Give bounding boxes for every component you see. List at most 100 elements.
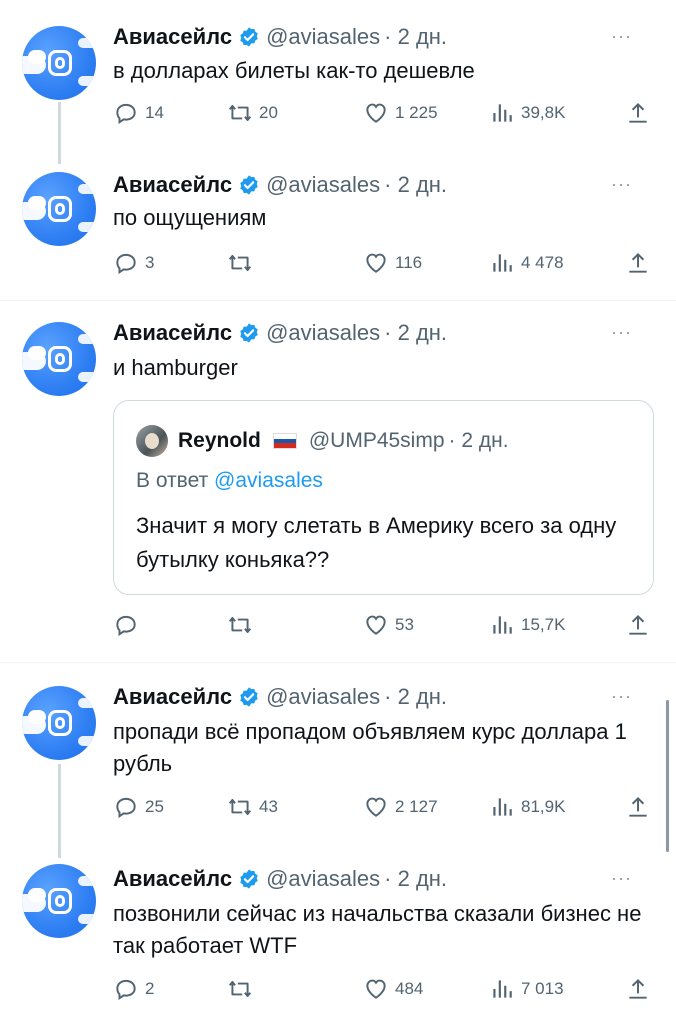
tweet-text: по ощущениям xyxy=(113,205,267,230)
author-name[interactable]: Авиасейлс xyxy=(113,320,232,346)
quoted-author-handle[interactable]: @UMP45simp xyxy=(309,429,445,453)
quoted-tweet[interactable]: Reynold @UMP45simp · 2 дн. В ответ @avia… xyxy=(113,400,654,595)
share-button[interactable] xyxy=(625,612,657,638)
tweet-text: и hamburger xyxy=(113,355,238,380)
tweet-text: пропади всё пропадом объявляем курс долл… xyxy=(113,719,627,776)
view-count: 15,7K xyxy=(521,615,566,634)
retweet-button[interactable] xyxy=(227,612,259,638)
like-count: 53 xyxy=(395,615,414,634)
author-name[interactable]: Авиасейлс xyxy=(113,172,232,198)
view-count: 7 013 xyxy=(521,979,564,998)
author-handle[interactable]: @aviasales xyxy=(266,684,380,710)
aviasales-logo-icon xyxy=(48,346,72,372)
views-chart-icon xyxy=(493,104,512,122)
retweet-icon xyxy=(228,980,252,998)
quoted-tweet-time: · 2 дн. xyxy=(448,429,509,452)
like-button[interactable]: 484 xyxy=(363,976,423,1002)
tweet-header: Авиасейлс @aviasales · 2 дн. xyxy=(113,24,447,50)
reply-button[interactable]: 14 xyxy=(113,100,164,126)
verified-badge-icon xyxy=(240,687,258,707)
tweet-header: Авиасейлс @aviasales · 2 дн. xyxy=(113,320,447,346)
scrollbar[interactable] xyxy=(666,700,669,852)
tweet[interactable]: Авиасейлс @aviasales · 2 дн. ··· пропади… xyxy=(0,662,676,852)
tweet-actions: 14 20 1 225 39,8K xyxy=(113,100,653,128)
like-button[interactable]: 116 xyxy=(363,250,422,276)
tweet[interactable]: Авиасейлс @aviasales · 2 дн. ··· в долла… xyxy=(0,0,676,150)
tweet-time[interactable]: · 2 дн. xyxy=(384,684,447,710)
tweet-time[interactable]: · 2 дн. xyxy=(384,866,447,892)
share-icon xyxy=(629,614,647,635)
author-handle[interactable]: @aviasales xyxy=(266,24,380,50)
reply-button[interactable]: 2 xyxy=(113,976,154,1002)
verified-badge-icon xyxy=(240,869,258,889)
share-button[interactable] xyxy=(625,794,657,820)
author-name[interactable]: Авиасейлс xyxy=(113,684,232,710)
views-button[interactable]: 7 013 xyxy=(489,976,564,1002)
avatar[interactable] xyxy=(22,686,96,760)
avatar[interactable] xyxy=(22,322,96,396)
views-button[interactable]: 4 478 xyxy=(489,250,564,276)
tweet-actions: 3 116 4 478 xyxy=(113,250,653,278)
reply-prefix: В ответ xyxy=(136,469,209,492)
author-handle[interactable]: @aviasales xyxy=(266,320,380,346)
author-handle[interactable]: @aviasales xyxy=(266,866,380,892)
tweet-time[interactable]: · 2 дн. xyxy=(384,320,447,346)
retweet-button[interactable] xyxy=(227,976,259,1002)
retweet-icon xyxy=(228,616,252,634)
more-options-icon[interactable]: ··· xyxy=(611,868,632,889)
tweet[interactable]: Авиасейлс @aviasales · 2 дн. ··· позвони… xyxy=(0,852,676,1024)
like-button[interactable]: 1 225 xyxy=(363,100,438,126)
reply-count: 3 xyxy=(145,253,155,272)
like-button[interactable]: 2 127 xyxy=(363,794,438,820)
reply-count: 2 xyxy=(145,979,155,998)
retweet-button[interactable]: 43 xyxy=(227,794,278,820)
share-button[interactable] xyxy=(625,100,657,126)
quoted-avatar[interactable] xyxy=(136,425,168,457)
more-options-icon[interactable]: ··· xyxy=(611,322,632,343)
quoted-author-name[interactable]: Reynold xyxy=(178,429,261,453)
like-count: 2 127 xyxy=(395,797,438,816)
avatar[interactable] xyxy=(22,172,96,246)
more-options-icon[interactable]: ··· xyxy=(611,26,632,47)
reply-icon xyxy=(116,253,136,275)
avatar[interactable] xyxy=(22,864,96,938)
reply-button[interactable]: 3 xyxy=(113,250,154,276)
aviasales-logo-icon xyxy=(48,710,72,736)
share-button[interactable] xyxy=(625,976,657,1002)
aviasales-logo-icon xyxy=(48,50,72,76)
share-button[interactable] xyxy=(625,250,657,276)
views-button[interactable]: 39,8K xyxy=(489,100,565,126)
reply-button[interactable]: 25 xyxy=(113,794,164,820)
heart-icon xyxy=(366,797,386,817)
tweet-time[interactable]: · 2 дн. xyxy=(384,24,447,50)
retweet-button[interactable]: 20 xyxy=(227,100,278,126)
views-button[interactable]: 15,7K xyxy=(489,612,565,638)
reply-count: 25 xyxy=(145,797,164,816)
aviasales-logo-icon xyxy=(48,888,72,914)
more-options-icon[interactable]: ··· xyxy=(611,686,632,707)
tweet[interactable]: Авиасейлс @aviasales · 2 дн. ··· и hambu… xyxy=(0,300,676,662)
tweet[interactable]: Авиасейлс @aviasales · 2 дн. ··· по ощущ… xyxy=(0,150,676,300)
author-name[interactable]: Авиасейлс xyxy=(113,866,232,892)
avatar[interactable] xyxy=(22,26,96,100)
reply-to-link[interactable]: @aviasales xyxy=(214,469,323,492)
reply-icon xyxy=(116,103,136,125)
view-count: 4 478 xyxy=(521,253,564,272)
reply-button[interactable] xyxy=(113,612,145,638)
reply-icon xyxy=(116,797,136,819)
heart-icon xyxy=(366,615,386,635)
aviasales-logo-icon xyxy=(48,196,72,222)
tweet-time[interactable]: · 2 дн. xyxy=(384,172,447,198)
reply-count: 14 xyxy=(145,103,164,122)
author-handle[interactable]: @aviasales xyxy=(266,172,380,198)
more-options-icon[interactable]: ··· xyxy=(611,174,632,195)
like-button[interactable]: 53 xyxy=(363,612,414,638)
retweet-icon xyxy=(228,254,252,272)
quoted-tweet-text: Значит я могу слетать в Америку всего за… xyxy=(136,513,617,572)
heart-icon xyxy=(366,979,386,999)
share-icon xyxy=(629,102,647,123)
author-name[interactable]: Авиасейлс xyxy=(113,24,232,50)
retweet-button[interactable] xyxy=(227,250,259,276)
views-button[interactable]: 81,9K xyxy=(489,794,565,820)
reply-icon xyxy=(116,979,136,1001)
